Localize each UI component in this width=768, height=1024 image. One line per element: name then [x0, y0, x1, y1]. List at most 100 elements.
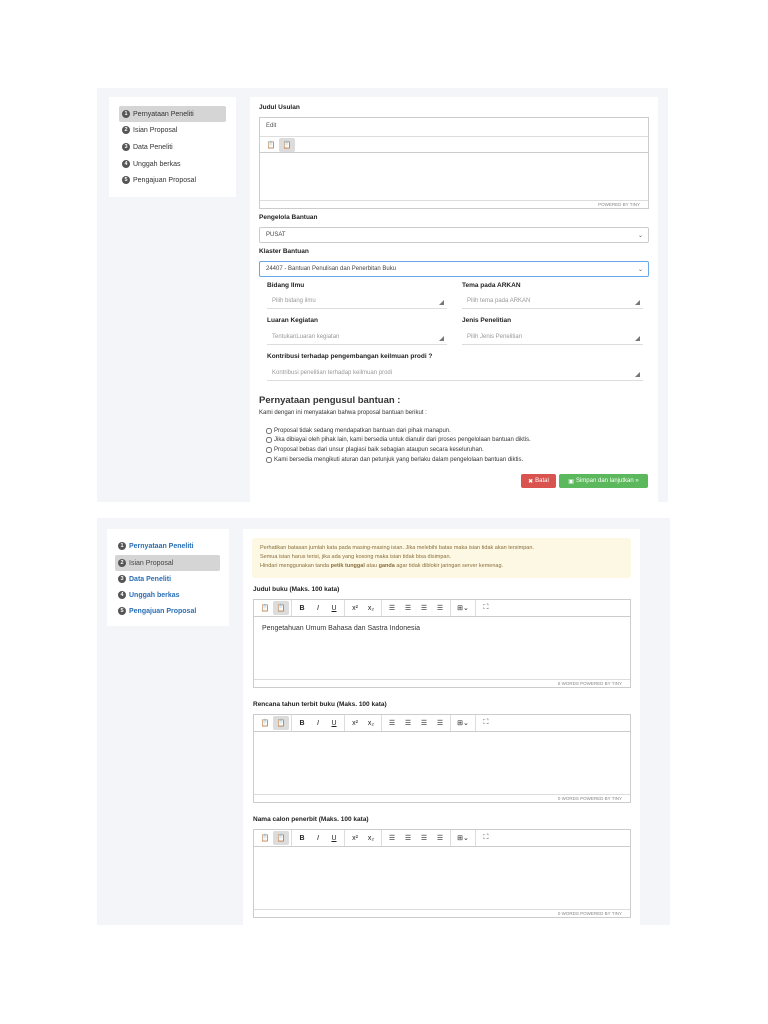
- luaran-select[interactable]: TentukanLuaran kegiatan: [267, 329, 447, 345]
- align-center-icon[interactable]: ☰: [400, 716, 416, 730]
- rich-text-editor[interactable]: 📋 📋 BIU x² x₂ ☰ ☰ ☰ ☰ ⊞⌄ ⛶ 0 WORDS POWERED BY…: [253, 829, 631, 918]
- checkbox-1[interactable]: Proposal tidak sedang mendapatkan bantua…: [266, 428, 451, 434]
- align-left-icon[interactable]: ☰: [384, 601, 400, 615]
- step-label: Pernyataan Peneliti: [129, 542, 194, 550]
- kontribusi-select[interactable]: Kontribusi penelitian terhadap keilmuan …: [267, 365, 643, 381]
- step-label: Pengajuan Proposal: [129, 607, 197, 615]
- bidang-select[interactable]: Pilih bidang ilmu: [267, 293, 447, 309]
- bold-icon[interactable]: B: [294, 831, 310, 845]
- chevron-down-icon: ⌄: [637, 266, 643, 273]
- align-center-icon[interactable]: ☰: [400, 601, 416, 615]
- checkbox-2[interactable]: Jika dibiayai oleh pihak lain, kami bers…: [266, 437, 531, 443]
- step-isian-proposal[interactable]: 2 Isian Proposal: [115, 555, 220, 571]
- step-data-peneliti[interactable]: 3 Data Peneliti: [119, 139, 226, 155]
- step-number: 5: [118, 607, 126, 615]
- paste-icon[interactable]: 📋: [263, 138, 279, 152]
- italic-icon[interactable]: I: [310, 601, 326, 615]
- fullscreen-icon[interactable]: ⛶: [478, 716, 494, 730]
- paste-text-icon[interactable]: 📋: [273, 716, 289, 730]
- close-icon: ✖: [528, 478, 534, 485]
- align-right-icon[interactable]: ☰: [416, 601, 432, 615]
- editor-status: 0 WORDS POWERED BY TINY: [254, 909, 630, 917]
- paste-text-icon[interactable]: 📋: [273, 601, 289, 615]
- subscript-icon[interactable]: x₂: [363, 601, 379, 615]
- simpan-lanjutkan-button[interactable]: ▣ Simpan dan lanjutkan »: [559, 474, 648, 488]
- step-pengajuan-proposal[interactable]: 5 Pengajuan Proposal: [119, 172, 226, 188]
- bold-icon[interactable]: B: [294, 716, 310, 730]
- italic-icon[interactable]: I: [310, 716, 326, 730]
- batal-button[interactable]: ✖ Batal: [521, 474, 556, 488]
- align-left-icon[interactable]: ☰: [384, 716, 400, 730]
- step-label: Isian Proposal: [129, 559, 174, 567]
- editor-content[interactable]: Pengetahuan Umum Bahasa dan Sastra Indon…: [262, 625, 420, 632]
- table-icon[interactable]: ⊞⌄: [453, 601, 473, 615]
- step-number: 1: [118, 542, 126, 550]
- italic-icon[interactable]: I: [310, 831, 326, 845]
- superscript-icon[interactable]: x²: [347, 716, 363, 730]
- step-unggah-berkas[interactable]: 4 Unggah berkas: [115, 587, 220, 603]
- placeholder: Pilih tema pada ARKAN: [467, 297, 531, 304]
- checkbox[interactable]: [266, 428, 272, 434]
- step-pengajuan-proposal[interactable]: 5 Pengajuan Proposal: [115, 603, 220, 619]
- checkbox-4[interactable]: Kami bersedia mengikuti aturan dan petun…: [266, 457, 523, 463]
- step-unggah-berkas[interactable]: 4 Unggah berkas: [119, 156, 226, 172]
- alert-text: Hindari menggunakan tanda: [260, 563, 331, 569]
- checkbox[interactable]: [266, 447, 272, 453]
- step-label: Unggah berkas: [133, 160, 181, 168]
- select-value: 24407 - Bantuan Penulisan dan Penerbitan…: [266, 266, 397, 272]
- paste-icon[interactable]: 📋: [257, 831, 273, 845]
- checkbox-label: Proposal bebas dari unsur plagiasi baik …: [274, 447, 484, 453]
- tema-select[interactable]: Pilih tema pada ARKAN: [462, 293, 643, 309]
- fullscreen-icon[interactable]: ⛶: [478, 601, 494, 615]
- subscript-icon[interactable]: x₂: [363, 716, 379, 730]
- checkbox[interactable]: [266, 457, 272, 463]
- superscript-icon[interactable]: x²: [347, 831, 363, 845]
- align-right-icon[interactable]: ☰: [416, 716, 432, 730]
- checkbox[interactable]: [266, 437, 272, 443]
- menu-edit[interactable]: Edit: [266, 123, 276, 129]
- klaster-select[interactable]: 24407 - Bantuan Penulisan dan Penerbitan…: [259, 261, 649, 277]
- checkbox-label: Jika dibiayai oleh pihak lain, kami bers…: [274, 437, 531, 443]
- pengelola-select[interactable]: PUSAT ⌄: [259, 227, 649, 243]
- alert-bold: ganda: [378, 563, 395, 569]
- placeholder: TentukanLuaran kegiatan: [272, 333, 340, 340]
- editor-status: POWERED BY TINY: [260, 200, 648, 208]
- justify-icon[interactable]: ☰: [432, 716, 448, 730]
- align-center-icon[interactable]: ☰: [400, 831, 416, 845]
- paste-icon[interactable]: 📋: [257, 716, 273, 730]
- step-isian-proposal[interactable]: 2 Isian Proposal: [119, 122, 226, 138]
- paste-text-icon[interactable]: 📋: [273, 831, 289, 845]
- justify-icon[interactable]: ☰: [432, 831, 448, 845]
- superscript-icon[interactable]: x²: [347, 601, 363, 615]
- word-limit-alert: Perhatikan batasan jumlah kata pada masi…: [252, 538, 631, 578]
- dropdown-icon: [439, 336, 444, 341]
- rich-text-editor[interactable]: 📋 📋 BIU x² x₂ ☰ ☰ ☰ ☰ ⊞⌄ ⛶ Pengetahuan Umum B…: [253, 599, 631, 688]
- align-left-icon[interactable]: ☰: [384, 831, 400, 845]
- paste-icon[interactable]: 📋: [257, 601, 273, 615]
- step-pernyataan-peneliti[interactable]: 1 Pernyataan Peneliti: [119, 106, 226, 122]
- judul-usulan-editor[interactable]: Edit 📋 📋 POWERED BY TINY: [259, 117, 649, 209]
- step-pernyataan-peneliti[interactable]: 1 Pernyataan Peneliti: [115, 538, 220, 554]
- paste-text-icon[interactable]: 📋: [279, 137, 295, 152]
- fullscreen-icon[interactable]: ⛶: [478, 831, 494, 845]
- editor-label: Nama calon penerbit (Maks. 100 kata): [253, 816, 369, 823]
- step-data-peneliti[interactable]: 3 Data Peneliti: [115, 571, 220, 587]
- checkbox-3[interactable]: Proposal bebas dari unsur plagiasi baik …: [266, 447, 484, 453]
- bold-icon[interactable]: B: [294, 601, 310, 615]
- step-label: Data Peneliti: [133, 143, 173, 151]
- jenis-select[interactable]: Pilih Jenis Penelitian: [462, 329, 643, 345]
- rich-text-editor[interactable]: 📋 📋 BIU x² x₂ ☰ ☰ ☰ ☰ ⊞⌄ ⛶ 0 WORDS POWERED BY…: [253, 714, 631, 803]
- align-right-icon[interactable]: ☰: [416, 831, 432, 845]
- underline-icon[interactable]: U: [326, 601, 342, 615]
- editor-label: Rencana tahun terbit buku (Maks. 100 kat…: [253, 701, 387, 708]
- steps-sidebar-2: 1 Pernyataan Peneliti 2 Isian Proposal 3 Da…: [107, 529, 229, 626]
- alert-text: agar tidak diblokir jaringan server keme…: [394, 563, 504, 569]
- step-number: 1: [122, 110, 130, 118]
- underline-icon[interactable]: U: [326, 831, 342, 845]
- underline-icon[interactable]: U: [326, 716, 342, 730]
- justify-icon[interactable]: ☰: [432, 601, 448, 615]
- pengelola-label: Pengelola Bantuan: [259, 214, 318, 221]
- table-icon[interactable]: ⊞⌄: [453, 831, 473, 845]
- table-icon[interactable]: ⊞⌄: [453, 716, 473, 730]
- subscript-icon[interactable]: x₂: [363, 831, 379, 845]
